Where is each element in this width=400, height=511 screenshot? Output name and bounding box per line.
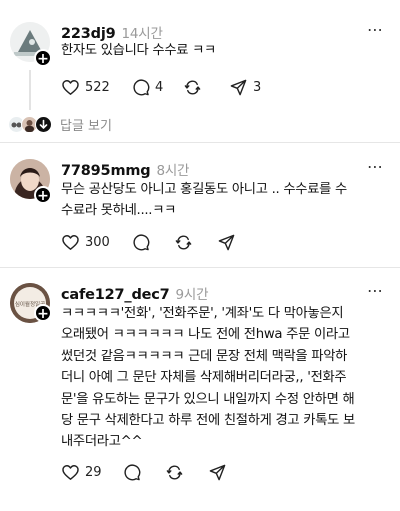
like-count: 300 [85, 234, 110, 250]
like-button[interactable]: 300 [61, 231, 110, 253]
post-text: 무슨 공산당도 아니고 홍길동도 아니고 .. 수수료를 수 수료라 못하네..… [61, 182, 347, 219]
timestamp: 8시간 [156, 163, 190, 179]
follow-plus-icon[interactable]: + [34, 186, 52, 204]
post-3: 심이월정일곱 + cafe127_dec7 9시간 ⋯ ㅋㅋㅋㅋㅋ'전화', '전… [0, 268, 400, 511]
share-button[interactable]: 3 [229, 76, 261, 98]
more-options-icon[interactable]: ⋯ [367, 157, 384, 176]
username[interactable]: cafe127_dec7 [61, 287, 170, 303]
repost-icon [175, 234, 192, 250]
post-text: ㅋㅋㅋㅋㅋ'전화', '전화주문', '계좌'도 다 막아놓은지 오래됐어 ㅋㅋ… [61, 306, 355, 450]
share-button[interactable] [208, 461, 227, 483]
post-header: cafe127_dec7 9시간 [61, 283, 209, 303]
heart-icon [62, 464, 79, 480]
thread-line [29, 70, 31, 110]
comment-button[interactable] [122, 461, 141, 483]
repost-button[interactable] [174, 231, 193, 253]
send-icon [230, 79, 247, 95]
post-2: + 77895mmg 8시간 ⋯ 무슨 공산당도 아니고 홍길동도 아니고 .. … [0, 143, 400, 266]
like-button[interactable]: 29 [61, 461, 102, 483]
share-button[interactable] [217, 231, 236, 253]
more-options-icon[interactable]: ⋯ [367, 281, 384, 300]
heart-icon [62, 234, 79, 250]
comment-count: 4 [155, 79, 164, 95]
follow-plus-icon[interactable]: + [34, 49, 52, 67]
repost-button[interactable] [183, 76, 202, 98]
comment-icon [133, 234, 150, 250]
more-options-icon[interactable]: ⋯ [367, 20, 384, 39]
comment-icon [133, 79, 150, 95]
repost-icon [184, 79, 201, 95]
comment-icon [124, 464, 141, 480]
post-1: + 223dj914시간 ⋯ 한자도 있습니다 수수료 ㅋㅋ 522 4 3 [0, 0, 400, 142]
post-header: 223dj9 14시간 [61, 22, 163, 42]
repost-icon [166, 464, 183, 480]
replies-row[interactable]: 답글 보기 [8, 113, 208, 135]
like-button[interactable]: 522 [61, 76, 110, 98]
heart-icon [62, 79, 79, 95]
view-replies-label[interactable]: 답글 보기 [60, 115, 112, 134]
like-count: 29 [85, 464, 102, 480]
share-count: 3 [253, 79, 262, 95]
action-bar: 300 [61, 231, 361, 253]
action-bar: 522 4 3 [61, 76, 361, 98]
timestamp: 9시간 [175, 287, 209, 303]
repost-button[interactable] [165, 461, 184, 483]
action-bar: 29 [61, 461, 361, 483]
post-text: 한자도 있습니다 수수료 ㅋㅋ [61, 43, 216, 58]
send-icon [209, 464, 226, 480]
like-count: 522 [85, 79, 110, 95]
expand-arrow-icon [35, 116, 52, 133]
post-header: 77895mmg 8시간 [61, 159, 189, 179]
follow-plus-icon[interactable]: + [34, 304, 52, 322]
comment-button[interactable] [131, 231, 150, 253]
comment-button[interactable]: 4 [131, 76, 163, 98]
send-icon [218, 234, 235, 250]
username[interactable]: 77895mmg [61, 163, 151, 179]
